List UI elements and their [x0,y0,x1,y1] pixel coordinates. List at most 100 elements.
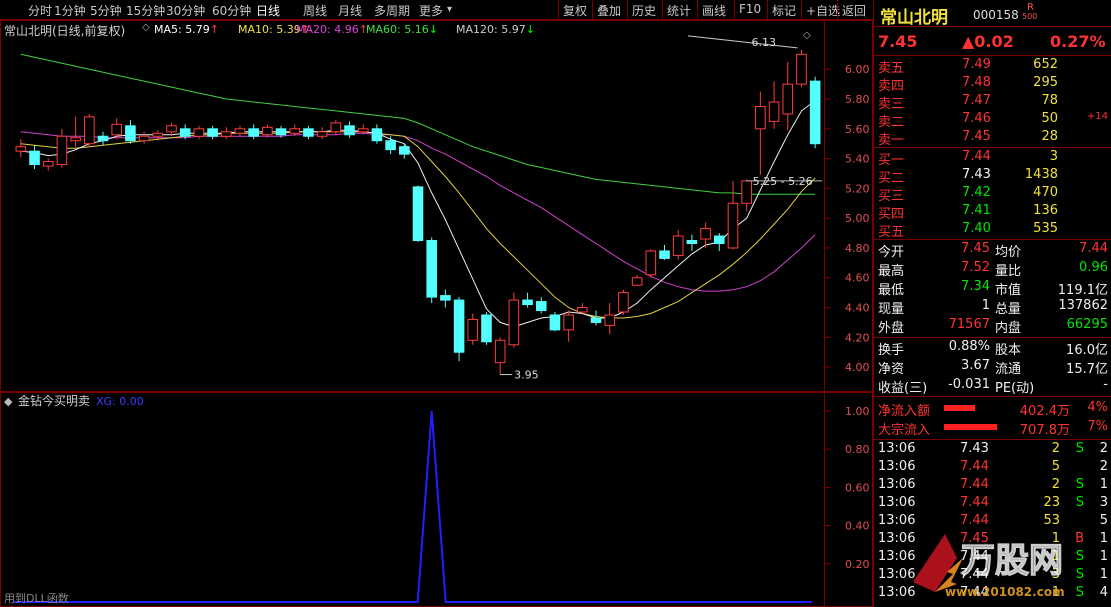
candle-down[interactable] [399,146,410,155]
tick-row[interactable]: 13:06 7.44 2 S 1 [874,477,1111,495]
tick-row[interactable]: 13:06 7.43 2 S 2 [874,441,1111,459]
tick-row[interactable]: 13:06 7.45 1 B 1 [874,531,1111,549]
candle-up[interactable] [755,105,766,130]
candle-down[interactable] [275,128,287,136]
toolbar-action-4[interactable]: 画线 [702,2,726,19]
candle-up[interactable] [700,228,711,240]
candle-up[interactable] [234,128,246,134]
candle-down[interactable] [97,135,109,142]
kline-chart[interactable]: 6.00 5.80 5.60 5.40 5.20 5.00 4.80 4.60 4.40 4.20… [0,20,873,392]
chart-settings-icon[interactable]: ◇ [142,22,150,33]
candle-up[interactable] [741,180,752,204]
candle-up[interactable] [563,314,574,331]
candle-up[interactable] [166,125,177,133]
candle-up[interactable] [672,235,684,256]
candle-up[interactable] [727,202,739,249]
candle-down[interactable] [481,314,492,343]
candle-down[interactable] [809,80,821,145]
indicator-settings-icon[interactable]: ◆ [4,395,13,408]
candle-up[interactable] [316,131,328,137]
candle-down[interactable] [453,299,465,353]
candle-up[interactable] [796,53,807,85]
candle-down[interactable] [248,128,259,137]
period-tab-7[interactable]: 周线 [303,2,327,19]
candle-down[interactable] [385,140,396,151]
toolbar-action-1[interactable]: 叠加 [597,2,621,19]
candle-up[interactable] [467,318,479,341]
toolbar-action-0[interactable]: 复权 [563,2,587,19]
period-tab-9[interactable]: 多周期 [374,2,410,19]
period-tab-5[interactable]: 60分钟 [212,2,251,19]
candle-down[interactable] [659,250,670,259]
candle-down[interactable] [440,295,451,301]
indicator-chart[interactable]: 1.00 0.80 0.60 0.40 0.20 ◆ 金钻今买明卖 XG: 0.00 用到DLL… [0,392,873,607]
ask-label: 卖四 [878,79,905,94]
toolbar-action-3[interactable]: 统计 [667,2,691,19]
candle-up[interactable] [494,339,506,364]
period-tab-0[interactable]: 分时 [28,2,52,19]
period-tab-10[interactable]: 更多 [419,2,443,19]
candle-down[interactable] [713,235,725,244]
toolbar-action-2[interactable]: 历史 [632,2,656,19]
toolbar-action-7[interactable]: +自选 [806,2,840,19]
candle-up[interactable] [84,116,95,145]
price-axis-label: 6.00 [845,63,870,76]
candle-up[interactable] [289,128,301,134]
book-bottom-divider [874,239,1111,240]
candle-down[interactable] [549,314,561,331]
tick-row[interactable]: 13:06 7.44 23 S 3 [874,495,1111,513]
candle-up[interactable] [152,132,164,137]
toolbar-action-6[interactable]: 标记 [772,2,796,19]
tick-row[interactable]: 13:06 7.44 1 S 4 [874,585,1111,603]
candle-up[interactable] [193,128,205,137]
period-tab-6[interactable]: 日线 [256,2,280,19]
flow-label: 净流入额 [878,404,931,419]
more-dropdown-icon[interactable]: ▾ [447,4,452,15]
candle-up[interactable] [220,131,232,137]
ma-legend-4: MA120: 5.97↓ [456,23,535,36]
period-tab-4[interactable]: 30分钟 [166,2,205,19]
candle-up[interactable] [330,122,342,133]
ma-value: MA20: 4.96 [296,23,359,36]
candle-up[interactable] [618,292,629,313]
tick-row[interactable]: 13:06 7.44 5 2 [874,459,1111,477]
candle-down[interactable] [207,128,218,137]
tick-row[interactable]: 13:06 7.44 3 S 1 [874,567,1111,585]
candle-down[interactable] [412,186,424,242]
candle-up[interactable] [508,299,520,346]
candle-up[interactable] [577,307,588,313]
candle-down[interactable] [371,128,383,142]
candle-up[interactable] [357,128,369,133]
tick-row[interactable]: 13:06 7.44 1 S 1 [874,549,1111,567]
period-tab-2[interactable]: 5分钟 [90,2,122,19]
candle-up[interactable] [15,146,27,152]
candle-down[interactable] [426,240,437,298]
candle-down[interactable] [125,125,136,142]
candle-up[interactable] [768,101,780,122]
candle-up[interactable] [631,277,643,286]
candle-up[interactable] [262,126,273,136]
candle-down[interactable] [535,301,547,312]
candle-up[interactable] [645,250,657,276]
tick-row[interactable]: 13:06 7.44 53 5 [874,513,1111,531]
candle-down[interactable] [179,128,191,137]
candle-down[interactable] [686,240,698,244]
candle-down[interactable] [29,150,40,166]
candle-up[interactable] [70,137,81,142]
indicator-axis-label: 0.80 [845,443,870,456]
candle-up[interactable] [138,135,150,142]
period-tab-1[interactable]: 1分钟 [54,2,86,19]
candle-up[interactable] [604,314,616,326]
candle-down[interactable] [590,317,602,323]
period-tab-8[interactable]: 月线 [338,2,362,19]
candle-up[interactable] [782,83,794,115]
toolbar-action-8[interactable]: 返回 [842,2,866,19]
toolbar-action-5[interactable]: F10 [739,2,761,16]
candle-up[interactable] [56,135,68,166]
candle-down[interactable] [344,125,355,136]
period-tab-3[interactable]: 15分钟 [126,2,165,19]
candle-up[interactable] [111,123,123,136]
candle-down[interactable] [303,128,314,137]
candle-up[interactable] [42,161,54,167]
candle-down[interactable] [522,299,533,306]
